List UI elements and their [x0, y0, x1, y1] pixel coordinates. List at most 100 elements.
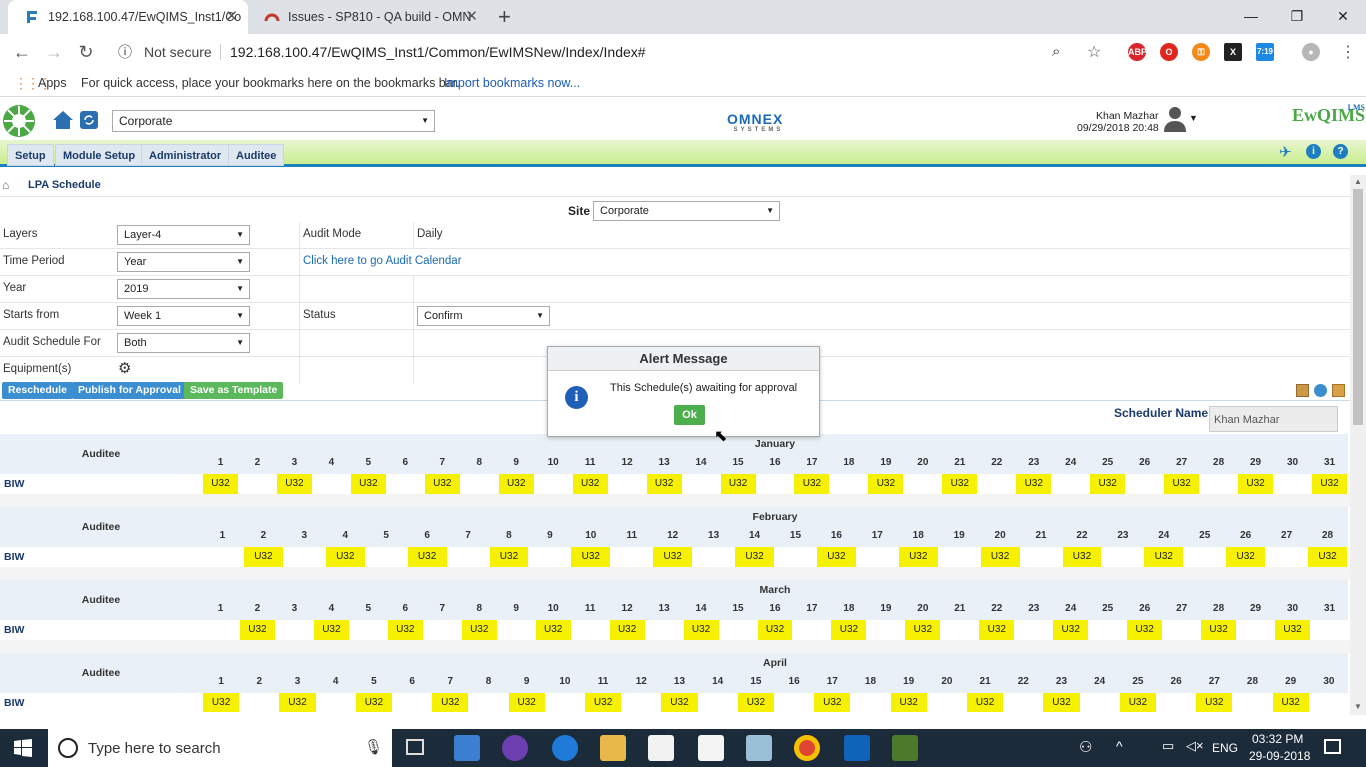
schedule-cell[interactable] [684, 474, 719, 494]
schedule-cell[interactable]: U32 [407, 547, 447, 567]
schedule-cell[interactable]: U32 [1275, 620, 1311, 640]
reschedule-button[interactable]: Reschedule [2, 382, 73, 399]
schedule-cell[interactable] [1201, 474, 1236, 494]
schedule-cell[interactable] [610, 474, 645, 494]
scroll-up-icon[interactable]: ▲ [1354, 177, 1362, 186]
schedule-cell[interactable] [1311, 693, 1347, 712]
bookmark-star-icon[interactable]: ☆ [1087, 42, 1101, 62]
status-select[interactable]: Confirm [417, 306, 550, 326]
schedule-cell[interactable]: U32 [890, 693, 927, 712]
starts-from-select[interactable]: Week 1 [117, 306, 250, 326]
schedule-cell[interactable] [1238, 620, 1273, 640]
year-select[interactable]: 2019 [117, 279, 250, 299]
schedule-cell[interactable]: U32 [942, 474, 978, 494]
schedule-cell[interactable]: U32 [661, 693, 698, 712]
schedule-cell[interactable]: U32 [1196, 693, 1233, 712]
schedule-cell[interactable]: U32 [1090, 474, 1126, 494]
tray-chevron-icon[interactable]: ^ [1116, 738, 1123, 754]
schedule-cell[interactable]: U32 [243, 547, 283, 567]
tab-ewqims[interactable]: 192.168.100.47/EwQIMS_Inst1/Co ✕ [8, 0, 248, 34]
scroll-down-icon[interactable]: ▼ [1354, 702, 1362, 711]
breadcrumb-home-icon[interactable]: ⌂ [2, 175, 9, 195]
schedule-cell[interactable] [425, 620, 460, 640]
layers-select[interactable]: Layer-4 [117, 225, 250, 245]
globe-icon[interactable] [1314, 384, 1327, 397]
chrome-menu-icon[interactable]: ⋮ [1340, 42, 1356, 62]
info-icon[interactable]: ⓘ [118, 38, 132, 66]
schedule-cell[interactable] [647, 620, 682, 640]
schedule-cell[interactable] [694, 547, 733, 567]
schedule-cell[interactable]: U32 [1226, 547, 1266, 567]
schedule-cell[interactable]: U32 [757, 620, 793, 640]
schedule-cell[interactable] [318, 693, 354, 712]
schedule-cell[interactable] [1234, 693, 1270, 712]
url-text[interactable]: 192.168.100.47/EwQIMS_Inst1/Common/EwIMS… [230, 38, 646, 66]
menu-module-setup[interactable]: Module Setup [55, 144, 144, 166]
schedule-cell[interactable]: U32 [1164, 474, 1200, 494]
schedule-cell[interactable] [470, 693, 506, 712]
opera-ext-icon[interactable]: O [1160, 43, 1178, 61]
schedule-cell[interactable] [449, 547, 488, 567]
app-icon[interactable] [502, 735, 528, 761]
schedule-cell[interactable]: U32 [898, 547, 938, 567]
scroll-thumb[interactable] [1353, 189, 1363, 425]
schedule-cell[interactable]: U32 [720, 474, 756, 494]
schedule-cell[interactable]: U32 [203, 474, 238, 494]
schedule-cell[interactable] [852, 693, 888, 712]
schedule-cell[interactable]: U32 [276, 474, 312, 494]
schedule-cell[interactable] [940, 547, 979, 567]
schedule-cell[interactable]: U32 [432, 693, 469, 712]
schedule-cell[interactable] [979, 474, 1014, 494]
schedule-cell[interactable]: U32 [355, 693, 392, 712]
schedule-cell[interactable]: U32 [816, 547, 856, 567]
schedule-cell[interactable] [314, 474, 349, 494]
schedule-cell[interactable]: U32 [1201, 620, 1237, 640]
schedule-cell[interactable] [721, 620, 756, 640]
schedule-cell[interactable] [285, 547, 324, 567]
x-ext-icon[interactable]: X [1224, 43, 1242, 61]
schedule-cell[interactable]: U32 [905, 620, 941, 640]
schedule-cell[interactable]: U32 [461, 620, 497, 640]
close-tab-icon[interactable]: ✕ [465, 0, 478, 34]
taskbar-search-box[interactable]: Type here to search 🎙 [48, 729, 392, 767]
help-icon[interactable]: ? [1333, 144, 1348, 159]
schedule-cell[interactable]: U32 [313, 620, 349, 640]
schedule-cell[interactable]: U32 [325, 547, 365, 567]
refresh-icon[interactable] [80, 111, 98, 129]
user-menu-chevron-icon[interactable]: ▼ [1189, 113, 1198, 123]
outlook-icon[interactable] [844, 735, 870, 761]
schedule-cell[interactable] [929, 693, 965, 712]
notification-icon[interactable] [1324, 739, 1341, 754]
schedule-cell[interactable]: U32 [735, 547, 774, 567]
schedule-cell[interactable] [1275, 474, 1310, 494]
time-period-select[interactable]: Year [117, 252, 250, 272]
schedule-cell[interactable] [499, 620, 534, 640]
microphone-icon[interactable]: 🎙 [364, 738, 383, 756]
schedule-cell[interactable]: U32 [609, 620, 645, 640]
key-ext-icon[interactable]: ⚿ [1192, 43, 1210, 61]
schedule-cell[interactable]: U32 [387, 620, 423, 640]
schedule-cell[interactable] [1090, 620, 1125, 640]
schedule-cell[interactable]: U32 [203, 693, 240, 712]
schedule-cell[interactable] [1016, 620, 1051, 640]
auditee-row-label[interactable]: BIW [0, 474, 202, 494]
schedule-cell[interactable] [388, 474, 423, 494]
schedule-cell[interactable]: U32 [646, 474, 682, 494]
schedule-cell[interactable] [277, 620, 312, 640]
schedule-cell[interactable]: U32 [1043, 693, 1080, 712]
schedule-cell[interactable] [1082, 693, 1118, 712]
schedule-cell[interactable]: U32 [831, 620, 867, 640]
schedule-cell[interactable] [612, 547, 651, 567]
schedule-cell[interactable] [831, 474, 866, 494]
schedule-cell[interactable]: U32 [980, 547, 1020, 567]
schedule-cell[interactable] [547, 693, 583, 712]
profile-avatar-icon[interactable]: ● [1302, 43, 1320, 61]
schedule-cell[interactable] [905, 474, 940, 494]
schedule-cell[interactable]: U32 [1312, 474, 1347, 494]
schedule-cell[interactable]: U32 [572, 474, 608, 494]
language-indicator[interactable]: ENG [1212, 741, 1238, 755]
home-icon[interactable] [52, 110, 74, 130]
clock-date[interactable]: 29-09-2018 [1249, 749, 1310, 763]
windows-start-icon[interactable] [14, 739, 32, 757]
schedule-cell[interactable] [1312, 620, 1347, 640]
